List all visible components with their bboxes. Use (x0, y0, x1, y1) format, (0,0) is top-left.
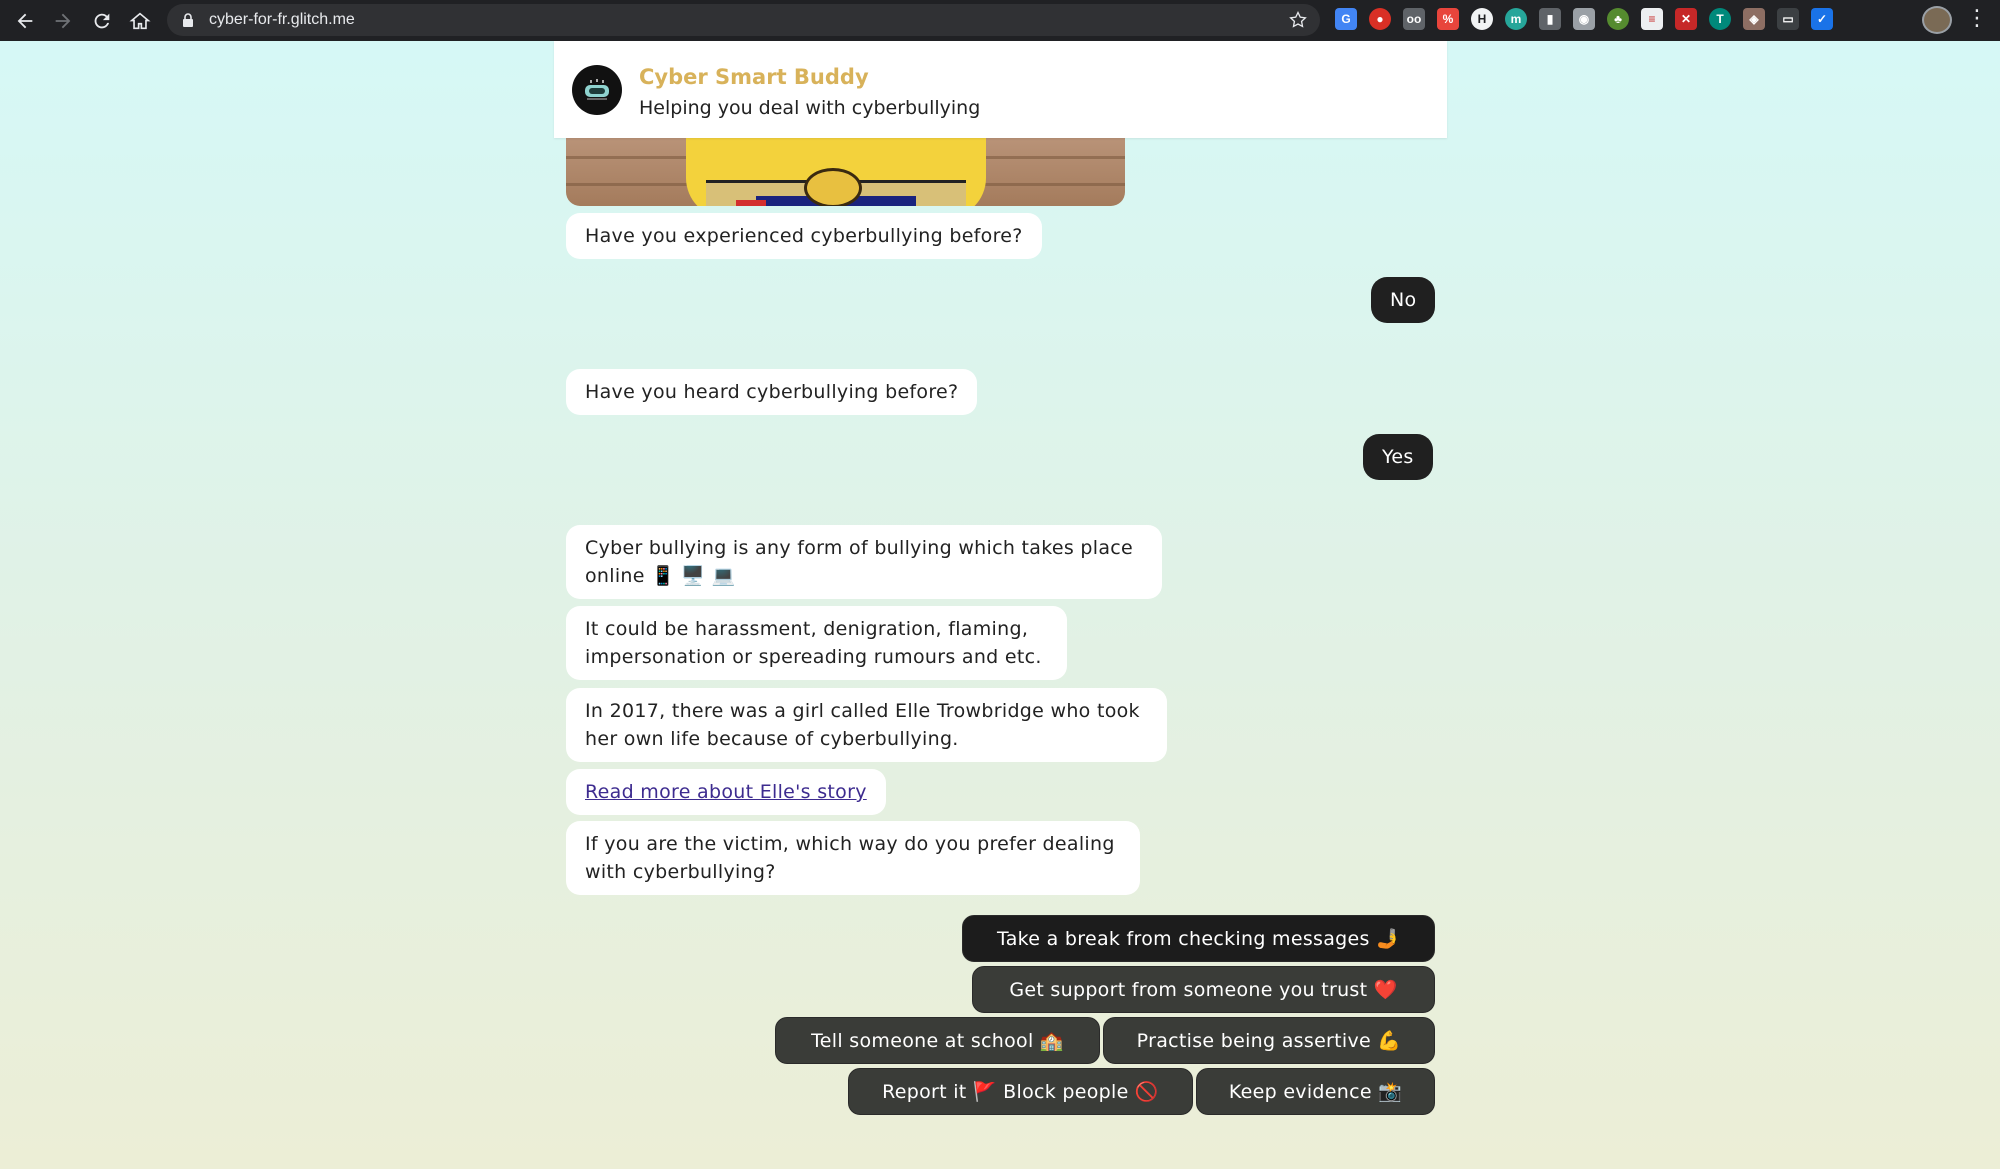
translate-extension-icon[interactable]: G (1335, 8, 1357, 30)
camera-extension-icon[interactable]: ◉ (1573, 8, 1595, 30)
tell-school-option[interactable]: Tell someone at school 🏫 (775, 1017, 1100, 1064)
red-extension-icon[interactable]: ✕ (1675, 8, 1697, 30)
report-block-option[interactable]: Report it 🚩 Block people 🚫 (848, 1068, 1193, 1115)
message-line: with cyberbullying? (585, 861, 776, 883)
bot-message: Have you experienced cyberbullying befor… (566, 213, 1042, 259)
chat-header: Cyber Smart Buddy Helping you deal with … (554, 41, 1447, 138)
message-line: In 2017, there was a girl called Elle Tr… (585, 700, 1140, 722)
address-bar[interactable]: cyber-for-fr.glitch.me (167, 4, 1320, 36)
doc-extension-icon[interactable]: ≡ (1641, 8, 1663, 30)
extensions-bar: G ● oo % H m ▮ ◉ ♣ ≡ ✕ T ◈ ▭ ✓ (1335, 8, 1833, 30)
pip-extension-icon[interactable]: ▭ (1777, 8, 1799, 30)
t-extension-icon[interactable]: T (1709, 8, 1731, 30)
dropper-extension-icon[interactable]: ▮ (1539, 8, 1561, 30)
shield-extension-icon[interactable]: ✓ (1811, 8, 1833, 30)
profile-avatar[interactable] (1922, 6, 1952, 34)
message-line: her own life because of cyberbullying. (585, 728, 959, 750)
message-line: online 📱 🖥️ 💻 (585, 565, 736, 587)
bot-subtitle: Helping you deal with cyberbullying (639, 97, 981, 119)
take-break-option[interactable]: Take a break from checking messages 🤳 (962, 915, 1435, 962)
user-message: Yes (1363, 434, 1433, 480)
message-line: If you are the victim, which way do you … (585, 833, 1115, 855)
bot-message: In 2017, there was a girl called Elle Tr… (566, 688, 1167, 762)
bot-message: Read more about Elle's story (566, 769, 886, 815)
lock-icon (183, 13, 193, 27)
message-line: It could be harassment, denigration, fla… (585, 618, 1029, 640)
bookmark-star-icon[interactable] (1288, 10, 1308, 30)
message-line: impersonation or spereading rumours and … (585, 646, 1042, 668)
robot-icon (585, 79, 609, 100)
bot-message: It could be harassment, denigration, fla… (566, 606, 1067, 680)
h-extension-icon[interactable]: H (1471, 8, 1493, 30)
elle-story-link[interactable]: Read more about Elle's story (585, 781, 867, 803)
bot-message: Have you heard cyberbullying before? (566, 369, 978, 415)
keep-evidence-option[interactable]: Keep evidence 📸 (1196, 1068, 1435, 1115)
reload-icon[interactable] (83, 2, 121, 40)
bot-avatar (572, 65, 622, 115)
home-icon[interactable] (121, 2, 159, 40)
teal-extension-icon[interactable]: m (1505, 8, 1527, 30)
url-text: cyber-for-fr.glitch.me (209, 11, 355, 28)
assertive-option[interactable]: Practise being assertive 💪 (1103, 1017, 1435, 1064)
browser-toolbar: cyber-for-fr.glitch.me G ● oo % H m ▮ ◉ … (0, 0, 2000, 41)
glasses-extension-icon[interactable]: oo (1403, 8, 1425, 30)
bot-message: Cyber bullying is any form of bullying w… (566, 525, 1162, 599)
get-support-option[interactable]: Get support from someone you trust ❤️ (972, 966, 1435, 1013)
percent-extension-icon[interactable]: % (1437, 8, 1459, 30)
adblock-extension-icon[interactable]: ● (1369, 8, 1391, 30)
user-message: No (1371, 277, 1436, 323)
bot-name: Cyber Smart Buddy (639, 65, 869, 89)
message-line: Cyber bullying is any form of bullying w… (585, 537, 1133, 559)
chat-page: Cyber Smart Buddy Helping you deal with … (0, 41, 2000, 1169)
browser-menu-icon[interactable]: ⋮ (1965, 6, 1989, 32)
tree-extension-icon[interactable]: ♣ (1607, 8, 1629, 30)
back-arrow-icon[interactable] (6, 2, 44, 40)
owl-extension-icon[interactable]: ◈ (1743, 8, 1765, 30)
forward-arrow-icon[interactable] (44, 2, 82, 40)
bot-message: If you are the victim, which way do you … (566, 821, 1140, 895)
cartoon-image (566, 138, 1125, 206)
